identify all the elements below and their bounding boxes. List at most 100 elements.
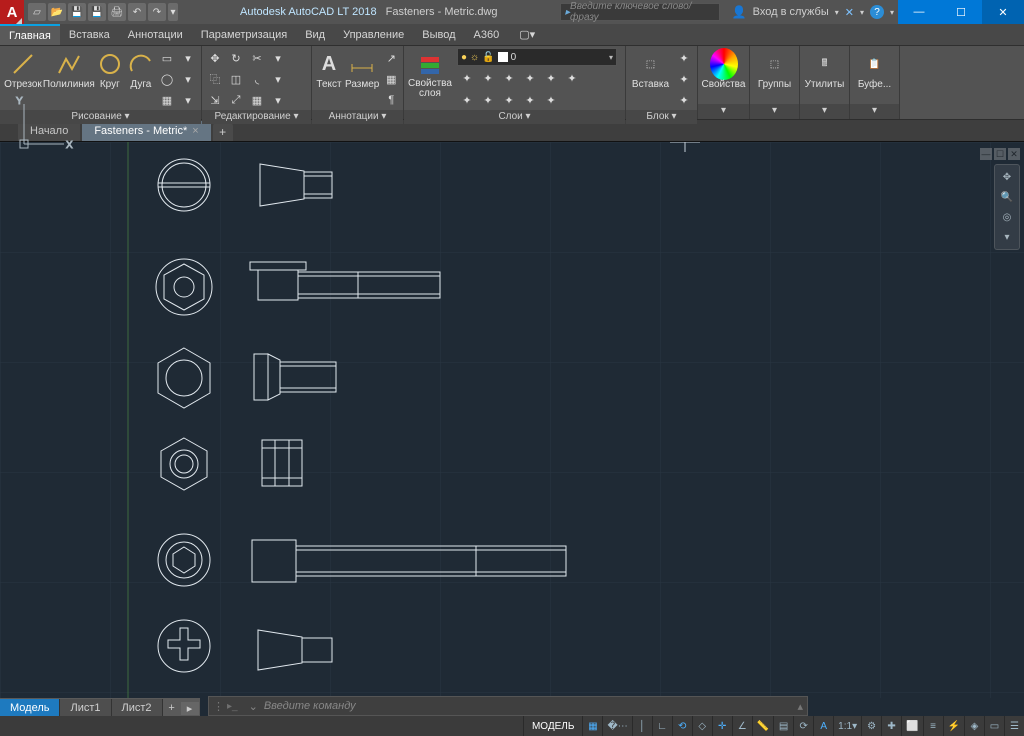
b1[interactable]: ✦ — [674, 48, 694, 68]
status-iso2-icon[interactable]: ◈ — [964, 716, 984, 736]
tab-home[interactable]: Главная — [0, 24, 60, 45]
leader-icon[interactable]: ↗ — [381, 48, 401, 68]
signin-label[interactable]: Вход в службы — [753, 6, 829, 18]
qat-saveas-icon[interactable]: 💾 — [88, 3, 106, 21]
status-lwt-icon[interactable]: 📏 — [752, 716, 773, 736]
infocenter-search[interactable]: ▸ Введите ключевое слово/фразу — [560, 3, 720, 21]
tab-parametric[interactable]: Параметризация — [192, 24, 296, 45]
status-bar: МОДЕЛЬ ▦ �⋯ │ ∟ ⟲ ◇ ✛ ∠ 📏 ▤ ⟳ A 1:1 ▾ ⚙ … — [0, 716, 1024, 736]
app-logo[interactable]: A — [0, 0, 24, 24]
status-scale[interactable]: 1:1 ▾ — [833, 716, 861, 736]
status-hw-icon[interactable]: ⚡ — [943, 716, 964, 736]
layout-scroll[interactable]: ▸ — [181, 702, 199, 715]
ribbon-minimize-icon[interactable]: ▢▾ — [510, 24, 544, 45]
layer-props-button[interactable]: Свойства слоя — [407, 48, 453, 99]
status-transp-icon[interactable]: ▤ — [773, 716, 793, 736]
cmd-arrow-icon: ▸_ — [227, 701, 238, 712]
signin-icon[interactable]: 👤 — [732, 5, 747, 19]
properties-button[interactable]: Свойства — [701, 48, 746, 90]
groups-button[interactable]: ⬚Группы — [753, 48, 796, 90]
qat-save-icon[interactable]: 💾 — [68, 3, 86, 21]
mirror-icon[interactable]: ◫ — [226, 69, 246, 89]
cmd-recent-icon[interactable]: ⌄ — [249, 700, 258, 713]
qat-more-icon[interactable]: ▾ — [168, 3, 178, 21]
fillet-icon[interactable]: ◟ — [247, 69, 267, 89]
table-icon[interactable]: ▦ — [381, 69, 401, 89]
b2[interactable]: ✦ — [674, 69, 694, 89]
l6[interactable]: ✦ — [562, 68, 582, 88]
tab-a360[interactable]: A360 — [465, 24, 509, 45]
layer-color — [498, 52, 508, 62]
qat-plot-icon[interactable]: 🖨 — [108, 3, 126, 21]
layout-sheet2[interactable]: Лист2 — [112, 699, 163, 717]
utils-button[interactable]: 🖩Утилиты — [803, 48, 846, 90]
polyline-button[interactable]: Полилиния — [45, 48, 93, 90]
l3[interactable]: ✦ — [499, 68, 519, 88]
qat-undo-icon[interactable]: ↶ — [128, 3, 146, 21]
layout-add[interactable]: + — [163, 702, 181, 714]
status-polar-icon[interactable]: ⟲ — [672, 716, 692, 736]
status-model[interactable]: МОДЕЛЬ — [523, 716, 582, 736]
move-icon[interactable]: ✥ — [205, 48, 225, 68]
clipboard-button[interactable]: 📋Буфе... — [853, 48, 896, 90]
l5[interactable]: ✦ — [541, 68, 561, 88]
tab-insert[interactable]: Вставка — [60, 24, 119, 45]
qat-redo-icon[interactable]: ↷ — [148, 3, 166, 21]
text-button[interactable]: AТекст — [315, 48, 343, 90]
lock-icon: 🔓 — [482, 52, 494, 63]
tab-view[interactable]: Вид — [296, 24, 334, 45]
ellipse-icon[interactable]: ◯ — [157, 69, 177, 89]
status-iso-icon[interactable]: ◇ — [692, 716, 712, 736]
minimize-button[interactable]: — — [898, 0, 940, 24]
cmd-expand-icon[interactable]: ▴ — [797, 700, 803, 713]
qat-open-icon[interactable]: 📂 — [48, 3, 66, 21]
layer-combo[interactable]: ● ☼ 🔓 0 ▾ — [457, 48, 617, 66]
status-cycle-icon[interactable]: ⟳ — [793, 716, 813, 736]
rotate-icon[interactable]: ↻ — [226, 48, 246, 68]
status-snap-icon[interactable]: �⋯ — [602, 716, 631, 736]
exchange-icon[interactable]: ✕ — [845, 6, 854, 19]
tab-manage[interactable]: Управление — [334, 24, 413, 45]
status-clean-icon[interactable]: ▭ — [984, 716, 1004, 736]
line-button[interactable]: Отрезок — [3, 48, 43, 90]
l4[interactable]: ✦ — [520, 68, 540, 88]
status-ortho-icon[interactable]: ∟ — [652, 716, 672, 736]
drawing-canvas[interactable]: — ☐ ✕ ✥ 🔍 ◎ ▾ X Y — [0, 142, 1024, 698]
status-units-icon[interactable]: ⬜ — [901, 716, 922, 736]
e1[interactable]: ▾ — [268, 48, 288, 68]
dimension-button[interactable]: Размер — [345, 48, 379, 90]
l1[interactable]: ✦ — [457, 68, 477, 88]
l2[interactable]: ✦ — [478, 68, 498, 88]
circle-button[interactable]: Круг — [95, 48, 125, 90]
tab-output[interactable]: Вывод — [413, 24, 464, 45]
copy-icon[interactable]: ⿻ — [205, 69, 225, 89]
e2[interactable]: ▾ — [268, 69, 288, 89]
qat-new-icon[interactable]: ▱ — [28, 3, 46, 21]
trim-icon[interactable]: ✂ — [247, 48, 267, 68]
cmd-placeholder: Введите команду — [264, 700, 356, 712]
status-osnap-icon[interactable]: ✛ — [712, 716, 732, 736]
titlebar: A ▱ 📂 💾 💾 🖨 ↶ ↷ ▾ Autodesk AutoCAD LT 20… — [0, 0, 1024, 24]
status-ann-icon[interactable]: A — [813, 716, 833, 736]
layout-model[interactable]: Модель — [0, 699, 60, 717]
cmd-handle-icon[interactable]: ⋮ — [213, 700, 221, 713]
arc-button[interactable]: Дуга — [127, 48, 155, 90]
layout-sheet1[interactable]: Лист1 — [60, 699, 111, 717]
insert-button[interactable]: ⬚Вставка — [629, 48, 672, 90]
status-otrack-icon[interactable]: ∠ — [732, 716, 752, 736]
status-annmon-icon[interactable]: ✚ — [881, 716, 901, 736]
command-line[interactable]: ⋮ ▸_ ⌄ Введите команду ▴ — [208, 696, 808, 716]
close-button[interactable]: ✕ — [982, 0, 1024, 24]
rect-icon[interactable]: ▭ — [157, 48, 177, 68]
status-qp-icon[interactable]: ≡ — [923, 716, 943, 736]
status-grid-icon[interactable]: ▦ — [582, 716, 602, 736]
dd1[interactable]: ▾ — [178, 48, 198, 68]
status-ws-icon[interactable]: ⚙ — [861, 716, 881, 736]
status-custom-icon[interactable]: ☰ — [1004, 716, 1024, 736]
maximize-button[interactable]: ☐ — [940, 0, 982, 24]
tab-annotate[interactable]: Аннотации — [119, 24, 192, 45]
title-right: 👤 Вход в службы ▾ ✕ ▾ ? ▾ — [732, 5, 894, 19]
title-product: Autodesk AutoCAD LT 2018 — [240, 6, 377, 18]
dd2[interactable]: ▾ — [178, 69, 198, 89]
help-icon[interactable]: ? — [870, 5, 884, 19]
